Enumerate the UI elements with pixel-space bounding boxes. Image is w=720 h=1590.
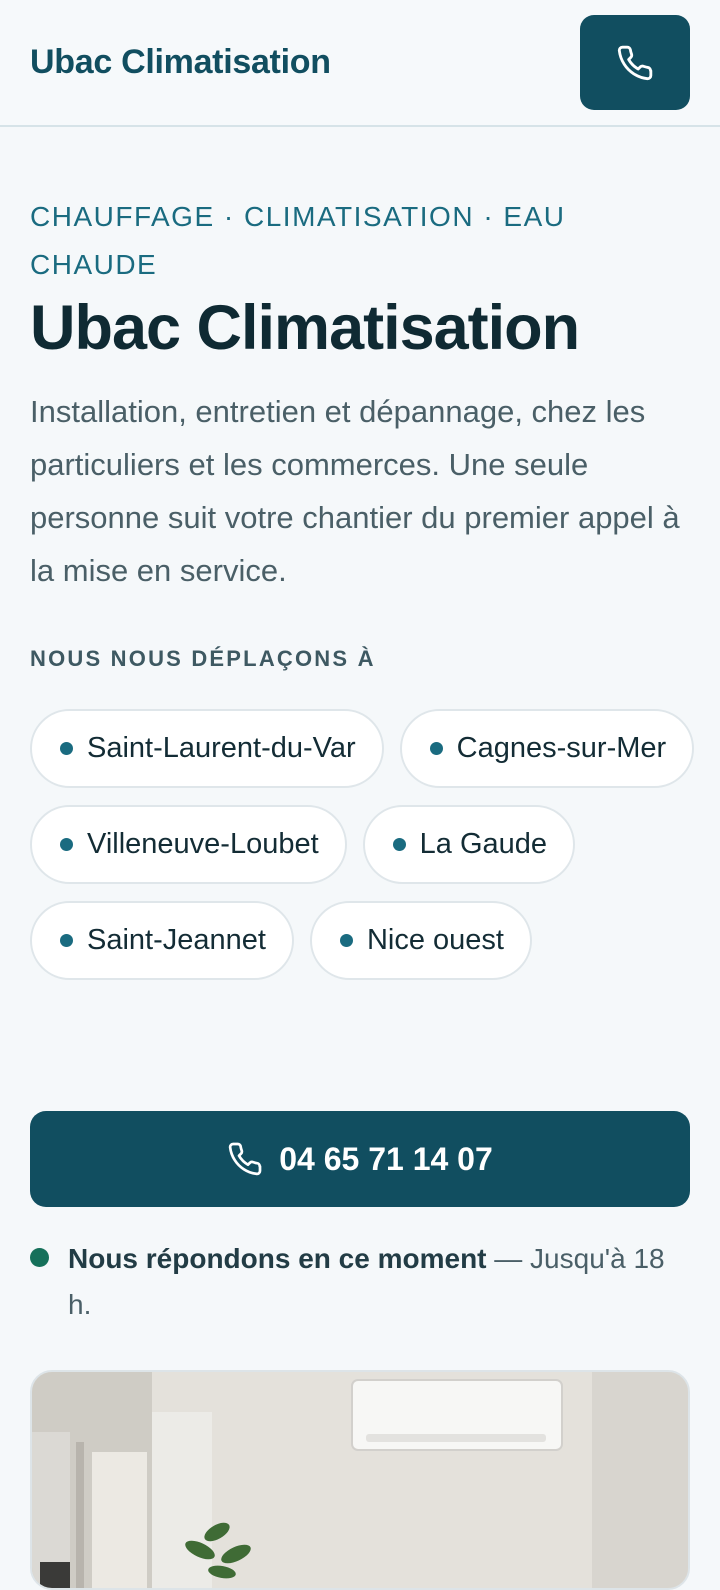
page-title: Ubac Climatisation xyxy=(30,293,580,363)
area-chip: Saint-Laurent-du-Var xyxy=(30,709,384,788)
services-eyebrow: Chauffage · Climatisation · Eau chaude xyxy=(30,201,566,280)
air-conditioner-photo xyxy=(30,1370,690,1590)
bullet-dot-icon xyxy=(60,742,73,755)
site-header: Ubac Climatisation xyxy=(0,0,720,127)
phone-icon xyxy=(617,45,653,80)
bullet-dot-icon xyxy=(429,742,443,755)
room-illustration xyxy=(32,1372,688,1588)
bullet-dot-icon xyxy=(392,838,406,851)
brand-name[interactable]: Ubac Climatisation xyxy=(30,43,331,82)
area-chip-label: Nice ouest xyxy=(366,924,504,956)
call-button[interactable] xyxy=(580,15,690,110)
availability-status: Nous répondons en ce moment — Jusqu'à 18… xyxy=(30,1236,690,1328)
area-chip-label: Cagnes-sur-Mer xyxy=(456,732,667,764)
phone-number: 04 65 71 14 07 xyxy=(279,1140,493,1177)
call-phone-button[interactable]: 04 65 71 14 07 xyxy=(30,1111,690,1207)
area-chip-label: Villeneuve-Loubet xyxy=(87,828,319,860)
live-status-dot-icon xyxy=(30,1248,49,1267)
area-chip: Cagnes-sur-Mer xyxy=(399,709,695,788)
hero-description: Installation, entretien et dépannage, ch… xyxy=(30,394,680,588)
area-chip-label: La Gaude xyxy=(419,828,548,860)
bullet-dot-icon xyxy=(339,934,353,947)
availability-text: Nous répondons en ce moment — Jusqu'à 18… xyxy=(68,1236,690,1328)
service-area-list: Saint-Laurent-du-Var Cagnes-sur-Mer Vill… xyxy=(30,709,695,980)
area-chip-label: Saint-Laurent-du-Var xyxy=(87,732,356,764)
bullet-dot-icon xyxy=(60,838,73,851)
availability-headline: Nous répondons en ce moment xyxy=(68,1243,487,1274)
phone-icon xyxy=(229,1142,262,1176)
area-chip-label: Saint-Jeannet xyxy=(87,924,266,956)
area-chip: Nice ouest xyxy=(309,901,532,980)
service-area-label: Nous nous déplaçons à xyxy=(30,646,376,671)
area-chip: Villeneuve-Loubet xyxy=(30,805,347,884)
bullet-dot-icon xyxy=(60,934,73,947)
area-chip: Saint-Jeannet xyxy=(30,901,294,980)
area-chip: La Gaude xyxy=(362,805,576,884)
